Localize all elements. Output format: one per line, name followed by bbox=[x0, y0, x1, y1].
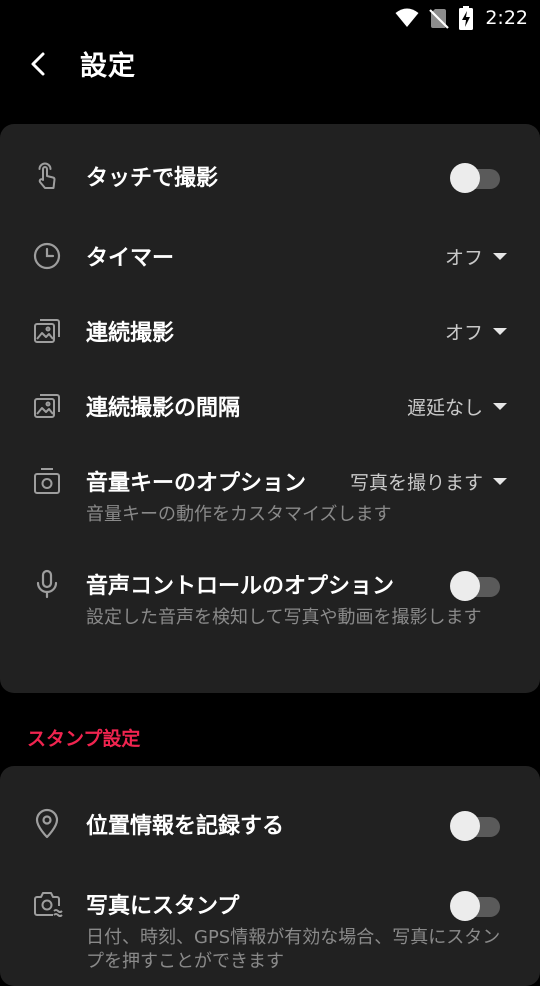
status-bar: 2:22 bbox=[0, 0, 540, 36]
back-arrow-icon[interactable] bbox=[22, 48, 54, 80]
setting-label: 音声コントロールのオプション bbox=[86, 574, 395, 599]
dropdown-arrow-icon bbox=[493, 328, 507, 335]
clock: 2:22 bbox=[485, 7, 528, 29]
touch-icon bbox=[38, 162, 56, 189]
clock-icon bbox=[33, 242, 61, 270]
stamp-settings-card: 位置情報を記録する 写真にスタンプ 日付、時刻、GPS情報が有効な場合、写真にス… bbox=[0, 766, 540, 986]
voice-control-toggle[interactable] bbox=[450, 571, 502, 601]
setting-label: 写真にスタンプ bbox=[86, 894, 240, 919]
setting-label: タイマー bbox=[86, 246, 175, 271]
setting-photo-stamp[interactable]: 写真にスタンプ 日付、時刻、GPS情報が有効な場合、写真にスタンプを押すことがで… bbox=[0, 888, 540, 978]
camera-settings-card: タッチで撮影 タイマー オフ 連続撮影 オフ 連続撮影の間隔 遅延なし 音量キー… bbox=[0, 124, 540, 693]
photo-stamp-toggle[interactable] bbox=[450, 891, 502, 921]
microphone-icon bbox=[36, 569, 58, 599]
wifi-icon bbox=[395, 8, 419, 27]
stamp-section-header: スタンプ設定 bbox=[27, 728, 141, 750]
setting-label: 連続撮影 bbox=[86, 321, 175, 346]
setting-label: 連続撮影の間隔 bbox=[86, 396, 241, 421]
dropdown-value: 写真を撮ります bbox=[349, 472, 483, 494]
setting-volume-key[interactable]: 音量キーのオプション 写真を撮ります 音量キーの動作をカスタマイズします bbox=[0, 465, 540, 529]
camera-icon bbox=[34, 468, 60, 494]
setting-description: 音量キーの動作をカスタマイズします bbox=[86, 504, 392, 525]
burst-dropdown[interactable]: オフ bbox=[445, 318, 507, 345]
page-title: 設定 bbox=[80, 51, 136, 82]
timer-dropdown[interactable]: オフ bbox=[445, 243, 507, 270]
location-toggle[interactable] bbox=[450, 811, 502, 841]
setting-label: 音量キーのオプション bbox=[86, 471, 307, 496]
setting-voice-control[interactable]: 音声コントロールのオプション 設定した音声を検知して写真や動画を撮影します bbox=[0, 568, 540, 656]
volume-key-dropdown[interactable]: 写真を撮ります bbox=[350, 468, 507, 495]
dropdown-value: 遅延なし bbox=[406, 397, 483, 419]
setting-label: 位置情報を記録する bbox=[86, 814, 285, 839]
burst-photo-icon bbox=[34, 319, 60, 343]
setting-burst[interactable]: 連続撮影 オフ bbox=[0, 315, 540, 349]
touch-capture-toggle[interactable] bbox=[450, 163, 502, 193]
battery-charging-icon bbox=[459, 6, 474, 30]
app-bar: 設定 bbox=[0, 36, 540, 92]
setting-location[interactable]: 位置情報を記録する bbox=[0, 808, 540, 842]
dropdown-arrow-icon bbox=[493, 403, 507, 410]
no-sim-icon bbox=[429, 9, 450, 29]
setting-label: タッチで撮影 bbox=[86, 166, 219, 191]
camera-stamp-icon bbox=[34, 892, 63, 917]
setting-burst-interval[interactable]: 連続撮影の間隔 遅延なし bbox=[0, 390, 540, 424]
burst-interval-dropdown[interactable]: 遅延なし bbox=[407, 393, 507, 420]
burst-photo-icon bbox=[34, 394, 60, 418]
setting-description: 日付、時刻、GPS情報が有効な場合、写真にスタンプを押すことができます bbox=[86, 927, 501, 972]
dropdown-value: オフ bbox=[444, 247, 483, 269]
setting-timer[interactable]: タイマー オフ bbox=[0, 240, 540, 274]
setting-touch-capture[interactable]: タッチで撮影 bbox=[0, 160, 540, 194]
setting-description: 設定した音声を検知して写真や動画を撮影します bbox=[86, 607, 482, 628]
location-pin-icon bbox=[35, 808, 59, 839]
dropdown-arrow-icon bbox=[493, 253, 507, 260]
dropdown-arrow-icon bbox=[493, 478, 507, 485]
dropdown-value: オフ bbox=[444, 322, 483, 344]
